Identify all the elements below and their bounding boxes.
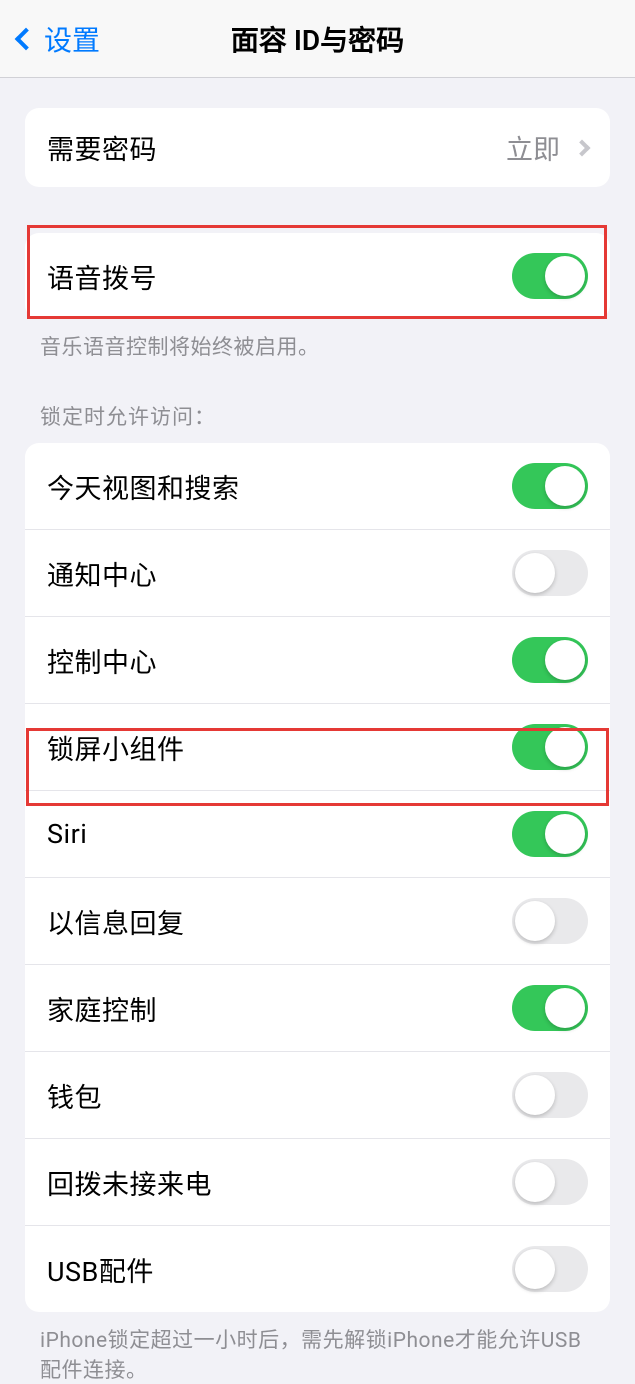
lock-access-header: 锁定时允许访问： xyxy=(0,401,635,443)
toggle-lock-item[interactable] xyxy=(512,985,588,1031)
row-label: 需要密码 xyxy=(47,128,157,167)
row-value: 立即 xyxy=(506,128,560,167)
row-label: 通知中心 xyxy=(47,554,157,593)
toggle-knob xyxy=(545,466,585,506)
row-label: 今天视图和搜索 xyxy=(47,467,240,506)
row-voice-dial: 语音拨号 xyxy=(25,233,610,319)
chevron-left-icon xyxy=(15,27,38,50)
row-value-wrap: 立即 xyxy=(506,128,588,167)
row-lock-item: 通知中心 xyxy=(25,530,610,617)
row-lock-item: 家庭控制 xyxy=(25,965,610,1052)
toggle-knob xyxy=(545,814,585,854)
toggle-lock-item[interactable] xyxy=(512,898,588,944)
row-lock-item: 以信息回复 xyxy=(25,878,610,965)
row-label: 钱包 xyxy=(47,1076,102,1115)
toggle-knob xyxy=(515,901,555,941)
toggle-lock-item[interactable] xyxy=(512,550,588,596)
row-lock-item: 控制中心 xyxy=(25,617,610,704)
row-label: Siri xyxy=(47,818,87,850)
row-lock-item: 回拨未接来电 xyxy=(25,1139,610,1226)
toggle-knob xyxy=(545,988,585,1028)
row-label: 回拨未接来电 xyxy=(47,1163,212,1202)
row-label: 家庭控制 xyxy=(47,989,157,1028)
voice-dial-footer: 音乐语音控制将始终被启用。 xyxy=(0,319,635,361)
toggle-lock-item[interactable] xyxy=(512,811,588,857)
toggle-knob xyxy=(545,727,585,767)
section-require-passcode: 需要密码 立即 xyxy=(0,108,635,187)
nav-back-label: 设置 xyxy=(44,19,100,59)
toggle-knob xyxy=(515,1249,555,1289)
row-label: 控制中心 xyxy=(47,641,157,680)
row-lock-item: USB配件 xyxy=(25,1226,610,1312)
row-label: 锁屏小组件 xyxy=(47,728,185,767)
toggle-knob xyxy=(515,1162,555,1202)
row-lock-item: 钱包 xyxy=(25,1052,610,1139)
nav-bar: 设置 面容 ID与密码 xyxy=(0,0,635,78)
toggle-knob xyxy=(515,553,555,593)
toggle-knob xyxy=(545,256,585,296)
toggle-knob xyxy=(515,1075,555,1115)
toggle-lock-item[interactable] xyxy=(512,463,588,509)
row-label: 以信息回复 xyxy=(47,902,185,941)
row-require-passcode[interactable]: 需要密码 立即 xyxy=(25,108,610,187)
toggle-lock-item[interactable] xyxy=(512,637,588,683)
toggle-lock-item[interactable] xyxy=(512,1159,588,1205)
row-label: USB配件 xyxy=(47,1250,154,1289)
toggle-knob xyxy=(545,640,585,680)
row-label: 语音拨号 xyxy=(47,257,157,296)
toggle-lock-item[interactable] xyxy=(512,724,588,770)
row-lock-item: Siri xyxy=(25,791,610,878)
section-lock-access: 锁定时允许访问： 今天视图和搜索通知中心控制中心锁屏小组件 Siri 以信息回复家庭… xyxy=(0,401,635,1384)
nav-back-button[interactable]: 设置 xyxy=(10,19,100,59)
nav-title: 面容 ID与密码 xyxy=(231,19,404,59)
toggle-lock-item[interactable] xyxy=(512,1072,588,1118)
content: 需要密码 立即 语音拨号 音乐语音控制将始终被启用。 锁定时允许访问： 今天视图… xyxy=(0,108,635,1384)
lock-access-group: 今天视图和搜索通知中心控制中心锁屏小组件 Siri 以信息回复家庭控制钱包回拨未接来… xyxy=(25,443,610,1312)
chevron-right-icon xyxy=(574,139,591,156)
toggle-voice-dial[interactable] xyxy=(512,253,588,299)
row-lock-item: 锁屏小组件 xyxy=(25,704,610,791)
lock-access-footer: iPhone锁定超过一小时后，需先解锁iPhone才能允许USB 配件连接。 xyxy=(0,1312,635,1384)
row-lock-item: 今天视图和搜索 xyxy=(25,443,610,530)
section-voice-dial: 语音拨号 音乐语音控制将始终被启用。 xyxy=(0,233,635,361)
